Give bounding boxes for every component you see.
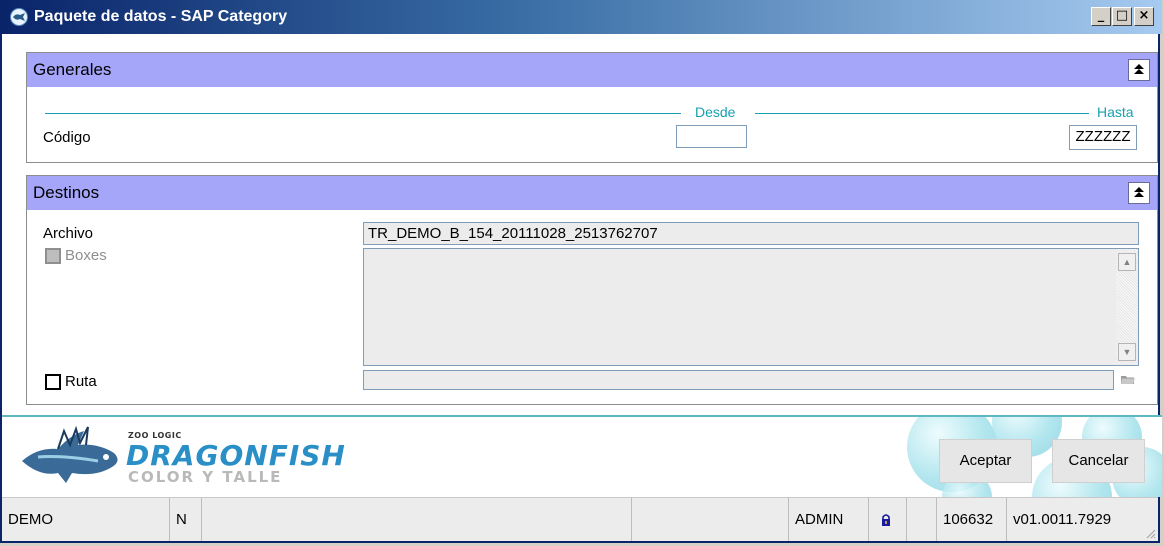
maximize-button[interactable]: □ [1112,7,1132,26]
hasta-divider [755,113,1089,114]
title-bar[interactable]: Paquete de datos - SAP Category _ □ × [2,0,1162,34]
close-icon: × [1138,8,1150,23]
codigo-label: Código [43,129,91,146]
cancel-button[interactable]: Cancelar [1052,439,1145,483]
generales-collapse-button[interactable] [1128,59,1150,81]
status-user: ADMIN [789,498,869,541]
codigo-desde-input[interactable] [676,125,747,148]
destinos-group: Destinos Archivo TR_DEMO_B_154_20111028_… [26,175,1158,405]
lock-icon [882,514,890,527]
hasta-label: Hasta [1097,104,1134,120]
status-version: v01.0011.7929 [1013,511,1112,528]
boxes-label: Boxes [65,247,107,264]
status-empty-1 [202,498,632,541]
accept-button[interactable]: Aceptar [939,439,1032,483]
destinos-header: Destinos [27,176,1157,210]
close-button[interactable]: × [1134,7,1154,26]
collapse-up-icon [1134,64,1144,74]
dialog-window: Paquete de datos - SAP Category _ □ × Ge… [0,0,1162,543]
generales-group: Generales Desde Hasta Código ZZZZZZ [26,52,1158,163]
folder-browse-icon[interactable] [1119,370,1137,388]
desde-label: Desde [695,104,736,120]
desde-divider [45,113,681,114]
brand-edition: COLOR Y TALLE [128,468,283,486]
collapse-up-icon [1134,187,1144,197]
ruta-checkbox[interactable] [45,374,61,390]
status-lock [869,498,907,541]
boxes-list[interactable]: ▲ ▼ [363,248,1139,366]
minimize-icon: _ [1097,8,1105,23]
status-empty-2 [632,498,789,541]
dragonfish-fish-logo [22,425,118,483]
ruta-label: Ruta [65,373,97,390]
minimize-button[interactable]: _ [1091,7,1111,26]
archivo-input[interactable]: TR_DEMO_B_154_20111028_2513762707 [363,222,1139,245]
footer-banner: ZOO LOGIC DRAGONFISH COLOR Y TALLE Acept… [2,417,1162,497]
resize-grip-icon[interactable] [1144,527,1156,539]
window-title: Paquete de datos - SAP Category [34,8,288,25]
status-serial: 106632 [937,498,1007,541]
boxes-scrollbar[interactable]: ▲ ▼ [1116,249,1138,365]
destinos-collapse-button[interactable] [1128,182,1150,204]
archivo-label: Archivo [43,225,94,242]
boxes-checkbox[interactable] [45,248,61,264]
generales-header: Generales [27,53,1157,87]
status-database: DEMO [2,498,170,541]
destinos-title: Destinos [33,183,100,202]
scroll-up-icon[interactable]: ▲ [1118,253,1136,271]
generales-title: Generales [33,60,112,79]
codigo-hasta-input[interactable]: ZZZZZZ [1069,125,1137,150]
scroll-down-icon[interactable]: ▼ [1118,343,1136,361]
maximize-icon: □ [1115,8,1129,23]
ruta-input[interactable] [363,370,1114,390]
dragonfish-app-icon[interactable] [10,8,28,26]
status-bar: DEMO N ADMIN 106632 v01.0011.7929 [2,497,1158,541]
status-mode: N [170,498,202,541]
status-empty-3 [907,498,937,541]
